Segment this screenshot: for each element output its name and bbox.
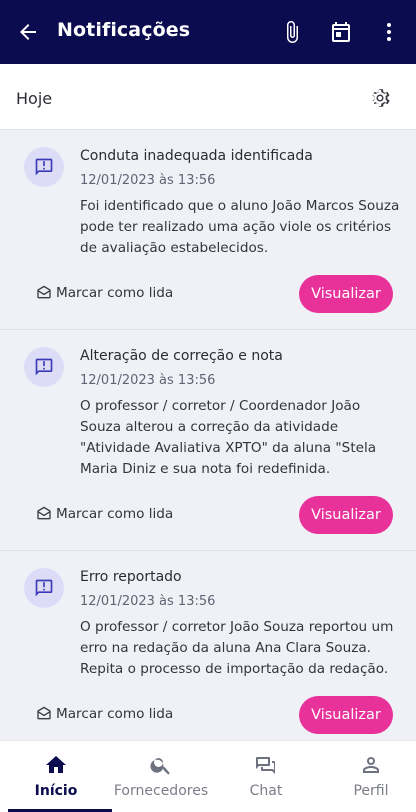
paperclip-icon[interactable]: [280, 20, 304, 44]
notification-body: O professor / corretor João Souza report…: [80, 619, 394, 677]
mark-as-read-label: Marcar como lida: [56, 285, 174, 301]
notification-list: Conduta inadequada identificada 12/01/20…: [0, 130, 416, 740]
open-envelope-icon: [37, 506, 51, 520]
view-button[interactable]: Visualizar: [299, 696, 393, 734]
calendar-icon[interactable]: [329, 20, 353, 44]
nav-label: Chat: [249, 783, 283, 799]
mark-as-read-button[interactable]: Marcar como lida: [36, 506, 173, 522]
chat-icon: [254, 753, 278, 777]
nav-label: Perfil: [353, 783, 389, 799]
open-envelope-icon: [37, 706, 51, 720]
feedback-icon: [24, 347, 64, 387]
mark-as-read-label: Marcar como lida: [56, 506, 174, 522]
nav-item-inicio[interactable]: Início: [4, 741, 112, 812]
notification-date: 12/01/2023 às 13:56: [80, 173, 216, 188]
section-label: Hoje: [16, 89, 53, 108]
notification-body: Foi identificado que o aluno João Marcos…: [80, 198, 400, 256]
view-button[interactable]: Visualizar: [299, 275, 393, 313]
gear-icon[interactable]: [368, 86, 392, 110]
nav-item-perfil[interactable]: Perfil: [319, 741, 416, 812]
notification-title: Erro reportado: [80, 569, 182, 585]
nav-label: Fornecedores: [113, 783, 209, 799]
notification-card: Conduta inadequada identificada 12/01/20…: [0, 130, 416, 330]
open-envelope-icon: [37, 285, 51, 299]
mark-as-read-button[interactable]: Marcar como lida: [36, 706, 173, 722]
arrow-back-icon[interactable]: [16, 20, 40, 44]
section-header: Hoje: [0, 64, 416, 130]
nav-item-chat[interactable]: Chat: [214, 741, 318, 812]
nav-item-fornecedores[interactable]: Fornecedores: [109, 741, 213, 812]
notification-card: Alteração de correção e nota 12/01/2023 …: [0, 330, 416, 551]
notification-date: 12/01/2023 às 13:56: [80, 373, 216, 388]
nav-label: Início: [34, 783, 78, 799]
bottom-navigation: Início Fornecedores Chat Perfil: [0, 740, 416, 812]
feedback-icon: [24, 147, 64, 187]
notification-title: Alteração de correção e nota: [80, 348, 283, 364]
notification-card: Erro reportado 12/01/2023 às 13:56 O pro…: [0, 551, 416, 740]
feedback-icon: [24, 568, 64, 608]
home-icon: [44, 753, 68, 777]
mark-as-read-button[interactable]: Marcar como lida: [36, 285, 173, 301]
notification-title: Conduta inadequada identificada: [80, 148, 313, 164]
mark-as-read-label: Marcar como lida: [56, 706, 174, 722]
search-icon: [149, 753, 173, 777]
person-icon: [359, 753, 383, 777]
more-vertical-icon[interactable]: [377, 20, 401, 44]
view-button[interactable]: Visualizar: [299, 496, 393, 534]
notification-date: 12/01/2023 às 13:56: [80, 594, 216, 609]
app-bar: Notificações: [0, 0, 416, 64]
notification-body: O professor / corretor / Coordenador Joã…: [80, 398, 377, 477]
page-title: Notificações: [57, 19, 191, 41]
